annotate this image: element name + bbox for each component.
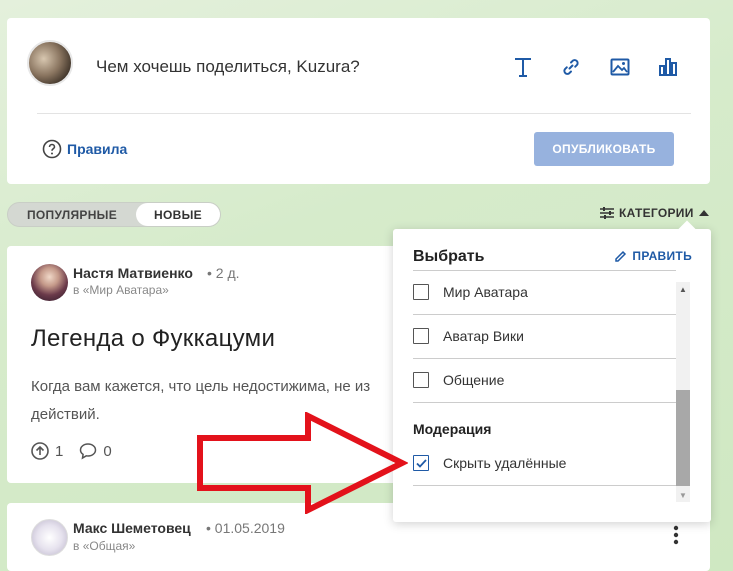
- author-avatar[interactable]: [31, 519, 68, 556]
- help-icon: [42, 139, 62, 159]
- annotation-arrow-icon: [197, 412, 408, 514]
- post-title[interactable]: Легенда о Фуккацуми: [31, 325, 275, 353]
- checkbox-checked[interactable]: [413, 455, 429, 471]
- dropdown-divider: [413, 358, 676, 359]
- user-avatar[interactable]: [27, 40, 73, 86]
- comment-icon[interactable]: [79, 442, 97, 460]
- poll-icon[interactable]: [655, 54, 681, 80]
- dropdown-scrollbar[interactable]: ▲ ▼: [676, 282, 690, 502]
- post-time: • 01.05.2019: [206, 520, 285, 536]
- edit-label: ПРАВИТЬ: [632, 249, 692, 263]
- category-dropdown: Выбрать ПРАВИТЬ Мир Аватара Аватар Вики …: [393, 229, 711, 522]
- dropdown-title: Выбрать: [413, 248, 485, 265]
- caret-up-icon: [698, 210, 709, 216]
- post-time-value: 2 д.: [215, 265, 240, 281]
- category-label: Аватар Вики: [443, 328, 524, 344]
- post-time: • 2 д.: [207, 265, 240, 281]
- scroll-down-icon[interactable]: ▼: [679, 491, 687, 500]
- composer-prompt[interactable]: Чем хочешь поделиться, Kuzura?: [96, 57, 360, 77]
- post-author[interactable]: Макс Шеметовец: [73, 520, 191, 536]
- post-category[interactable]: в «Общая»: [73, 539, 135, 553]
- categories-label: КАТЕГОРИИ: [619, 206, 694, 220]
- category-item[interactable]: Аватар Вики: [413, 328, 524, 344]
- dropdown-divider: [413, 402, 676, 403]
- post-excerpt-line: Когда вам кажется, что цель недостижима,…: [31, 378, 371, 395]
- sort-new-button[interactable]: НОВЫЕ: [136, 203, 220, 226]
- post-stats: 1 0: [31, 442, 112, 460]
- category-label: Общение: [443, 372, 505, 388]
- more-options-icon[interactable]: [673, 525, 679, 545]
- upvote-count: 1: [55, 442, 64, 460]
- composer-divider: [37, 113, 691, 114]
- moderation-item[interactable]: Скрыть удалённые: [413, 455, 566, 471]
- text-icon[interactable]: [510, 54, 536, 80]
- scroll-up-icon[interactable]: ▲: [679, 285, 687, 294]
- post-time-value: 01.05.2019: [214, 520, 285, 536]
- category-item[interactable]: Общение: [413, 372, 504, 388]
- rules-label: Правила: [67, 141, 128, 157]
- moderation-label: Скрыть удалённые: [443, 455, 567, 471]
- checkbox[interactable]: [413, 284, 429, 300]
- checkbox[interactable]: [413, 372, 429, 388]
- post-author[interactable]: Настя Матвиенко: [73, 265, 193, 281]
- pencil-icon: [615, 250, 627, 262]
- comment-count: 0: [103, 442, 112, 460]
- category-label: Мир Аватара: [443, 284, 528, 300]
- image-icon[interactable]: [607, 54, 633, 80]
- sort-popular-button[interactable]: ПОПУЛЯРНЫЕ: [8, 203, 136, 226]
- dropdown-divider: [413, 314, 676, 315]
- moderation-title: Модерация: [413, 421, 492, 437]
- rules-link[interactable]: Правила: [42, 139, 127, 159]
- scroll-thumb[interactable]: [676, 390, 690, 486]
- category-item[interactable]: Мир Аватара: [413, 284, 528, 300]
- post-category[interactable]: в «Мир Аватара»: [73, 283, 169, 297]
- sort-toggle: ПОПУЛЯРНЫЕ НОВЫЕ: [7, 202, 221, 227]
- filter-icon: [600, 207, 614, 219]
- categories-button[interactable]: КАТЕГОРИИ: [600, 206, 709, 220]
- post-composer: Чем хочешь поделиться, Kuzura? Правила О…: [7, 18, 710, 184]
- link-icon[interactable]: [558, 54, 584, 80]
- author-avatar[interactable]: [31, 264, 68, 301]
- checkmark-icon: [415, 458, 427, 468]
- checkbox[interactable]: [413, 328, 429, 344]
- upvote-icon[interactable]: [31, 442, 49, 460]
- dropdown-divider: [413, 485, 676, 486]
- dropdown-divider: [413, 270, 676, 271]
- edit-categories-button[interactable]: ПРАВИТЬ: [614, 249, 692, 263]
- publish-button[interactable]: ОПУБЛИКОВАТЬ: [534, 132, 674, 166]
